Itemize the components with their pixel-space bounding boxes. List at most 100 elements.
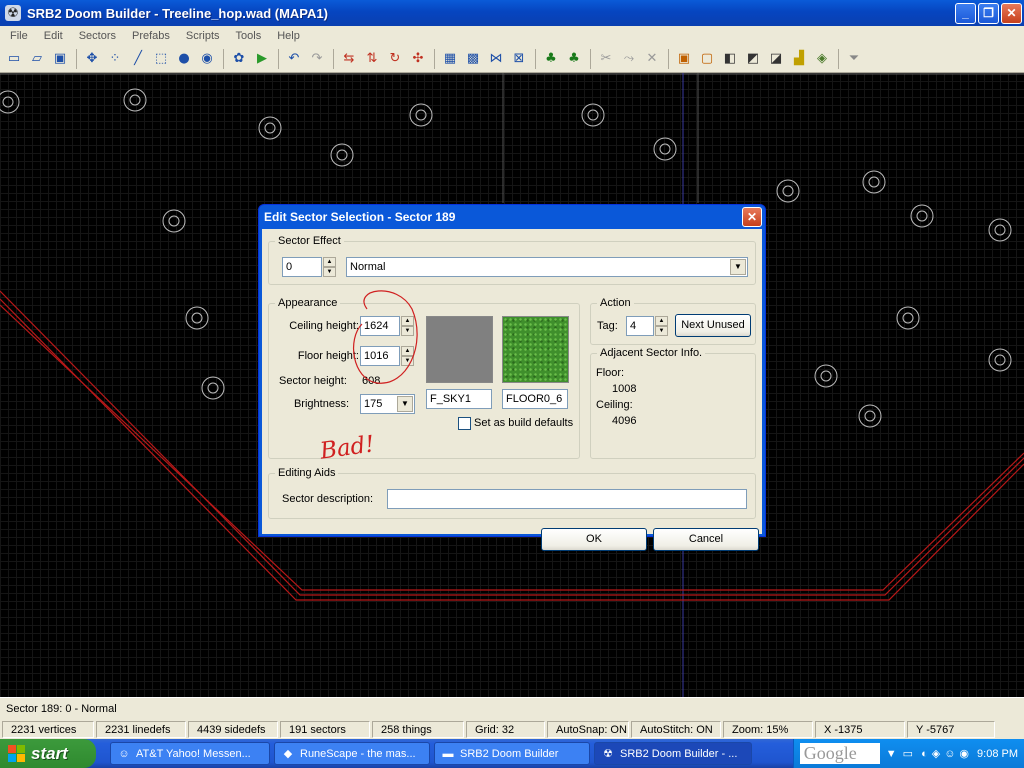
join-sectors-icon[interactable]: ▣	[673, 48, 695, 70]
undo-icon[interactable]: ↶	[283, 48, 305, 70]
ceiling-texture-input[interactable]: F_SKY1	[426, 389, 492, 409]
gradient-brightness-icon[interactable]: ◧	[719, 48, 741, 70]
appearance-legend: Appearance	[275, 297, 341, 309]
curve-linedef-icon[interactable]: ⤳	[618, 48, 640, 70]
task-doom-builder-folder[interactable]: ▬ SRB2 Doom Builder	[434, 742, 590, 765]
dialog-close-button[interactable]: ✕	[742, 207, 762, 227]
stitch-icon[interactable]: ⋈	[485, 48, 507, 70]
start-button[interactable]: start	[0, 739, 96, 768]
menu-sectors[interactable]: Sectors	[71, 30, 124, 42]
cursor-x: X -1375	[815, 720, 905, 738]
brightness-label: Brightness:	[293, 398, 349, 410]
menu-edit[interactable]: Edit	[36, 30, 71, 42]
sector-description-input[interactable]	[387, 489, 747, 509]
menu-tools[interactable]: Tools	[228, 30, 270, 42]
menu-help[interactable]: Help	[269, 30, 308, 42]
menu-file[interactable]: File	[2, 30, 36, 42]
things-mode-icon[interactable]: ●	[173, 48, 195, 70]
rotate-icon[interactable]: ↻	[384, 48, 406, 70]
tree-icon[interactable]: ♣	[540, 48, 562, 70]
chevron-down-icon[interactable]: ▼	[397, 396, 413, 412]
cursor-y: Y -5767	[907, 720, 995, 738]
grid-icon[interactable]: ▦	[439, 48, 461, 70]
spin-up-icon[interactable]: ▲	[655, 316, 668, 326]
linedefs-mode-icon[interactable]: ╱	[127, 48, 149, 70]
ceiling-height-input[interactable]: 1624	[360, 316, 400, 336]
thing-marker	[201, 376, 225, 400]
tray-dropdown-icon[interactable]: ▼	[886, 748, 897, 760]
ok-button[interactable]: OK	[541, 528, 647, 551]
chevron-down-icon[interactable]: ▼	[730, 259, 746, 275]
tray-browser-icon[interactable]: ◉	[959, 747, 969, 760]
flip-horizontal-icon[interactable]: ⇆	[338, 48, 360, 70]
thing-marker	[0, 90, 20, 114]
floor-height-spinner[interactable]: ▲ ▼	[401, 346, 414, 366]
next-unused-button[interactable]: Next Unused	[675, 314, 751, 337]
gradient-ceilings-icon[interactable]: ◪	[765, 48, 787, 70]
gradient-floors-icon[interactable]: ◩	[742, 48, 764, 70]
build-defaults-checkbox[interactable]	[458, 417, 471, 430]
delete-linedef-icon[interactable]: ✕	[641, 48, 663, 70]
floor-texture-input[interactable]: FLOOR0_6	[502, 389, 568, 409]
spin-up-icon[interactable]: ▲	[401, 346, 414, 356]
move-mode-icon[interactable]: ✥	[81, 48, 103, 70]
spin-down-icon[interactable]: ▼	[401, 356, 414, 366]
spin-down-icon[interactable]: ▼	[655, 326, 668, 336]
vertices-mode-icon[interactable]: ⁘	[104, 48, 126, 70]
open-folder-icon[interactable]: ▱	[26, 48, 48, 70]
tag-input[interactable]: 4	[626, 316, 654, 336]
close-button[interactable]: ✕	[1001, 2, 1022, 24]
thing-marker	[814, 364, 838, 388]
task-yahoo-messenger[interactable]: ☺ AT&T Yahoo! Messen...	[110, 742, 270, 765]
split-linedef-icon[interactable]: ✂	[595, 48, 617, 70]
flip-vertical-icon[interactable]: ⇅	[361, 48, 383, 70]
tray-window-icon[interactable]: ▭	[903, 747, 913, 760]
sectors-mode-icon[interactable]: ⬚	[150, 48, 172, 70]
thing-marker	[330, 143, 354, 167]
minimize-button[interactable]: _	[955, 2, 976, 24]
resize-icon[interactable]: ✣	[407, 48, 429, 70]
tray-messenger-icon[interactable]: ☺	[944, 748, 955, 760]
redo-icon[interactable]: ↷	[306, 48, 328, 70]
toolbar-separator	[76, 48, 77, 69]
tag-spinner[interactable]: ▲ ▼	[655, 316, 668, 336]
floor-height-label: Floor height:	[297, 350, 359, 362]
ceiling-height-spinner[interactable]: ▲ ▼	[401, 316, 414, 336]
cancel-button[interactable]: Cancel	[653, 528, 759, 551]
spin-down-icon[interactable]: ▼	[323, 267, 336, 277]
grid-snap-icon[interactable]: ▩	[462, 48, 484, 70]
merge-icon[interactable]: ⊠	[508, 48, 530, 70]
maximize-button[interactable]: ❐	[978, 2, 999, 24]
ceiling-texture-preview[interactable]	[426, 316, 493, 383]
google-search-box[interactable]: Google	[799, 743, 880, 764]
effect-select[interactable]: Normal	[346, 257, 748, 277]
build-nodes-icon[interactable]: ✿	[228, 48, 250, 70]
prefab-icon[interactable]: ◈	[811, 48, 833, 70]
floor-texture-preview[interactable]	[502, 316, 569, 383]
new-file-icon[interactable]: ▭	[3, 48, 25, 70]
tray-network-icon[interactable]: ◐	[921, 748, 928, 760]
stairs-icon[interactable]: ▟	[788, 48, 810, 70]
spin-up-icon[interactable]: ▲	[401, 316, 414, 326]
menu-scripts[interactable]: Scripts	[178, 30, 228, 42]
filter-icon[interactable]: ⏷	[843, 48, 865, 70]
test-map-icon[interactable]: ▶	[251, 48, 273, 70]
task-doom-builder-app[interactable]: ☢ SRB2 Doom Builder - ...	[594, 742, 752, 765]
task-runescape[interactable]: ◆ RuneScape - the mas...	[274, 742, 430, 765]
spin-down-icon[interactable]: ▼	[401, 326, 414, 336]
trees-icon[interactable]: ♣	[563, 48, 585, 70]
floor-height-input[interactable]: 1016	[360, 346, 400, 366]
effect-number-input[interactable]: 0	[282, 257, 322, 277]
effect-number-spinner[interactable]: ▲ ▼	[323, 257, 336, 277]
toolbar-separator	[434, 48, 435, 69]
spin-up-icon[interactable]: ▲	[323, 257, 336, 267]
tray-volume-icon[interactable]: ◈	[932, 747, 940, 760]
menu-prefabs[interactable]: Prefabs	[124, 30, 178, 42]
thing-marker	[258, 116, 282, 140]
merge-sectors-icon[interactable]: ▢	[696, 48, 718, 70]
thing-marker	[988, 218, 1012, 242]
save-icon[interactable]: ▣	[49, 48, 71, 70]
thing-marker	[123, 88, 147, 112]
3d-mode-icon[interactable]: ◉	[196, 48, 218, 70]
toolbar-separator	[333, 48, 334, 69]
